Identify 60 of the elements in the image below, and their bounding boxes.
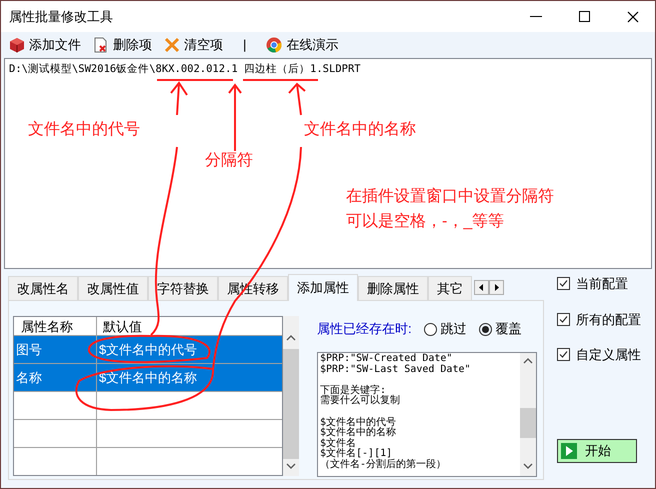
leader-line [170,81,188,116]
toolbar-separator: | [243,36,246,54]
radio-icon[interactable] [478,322,492,336]
vertical-scrollbar[interactable] [283,316,299,476]
text-line: （文件名-分割后的第一段） [320,460,448,471]
text-line: $PRP:"SW-Last Saved Date" [320,364,472,376]
start-button[interactable]: 开始 [557,438,637,462]
column-header[interactable]: 默认值 [97,317,282,335]
toolbar-button[interactable]: 删除项 [93,35,152,55]
text-line: 下面是关键字: [320,386,386,396]
tab-scroll-left-icon[interactable] [474,280,489,295]
maximize-icon[interactable] [579,11,590,22]
checkbox-icon[interactable] [557,312,570,326]
text-line: $文件名中的名称 [320,428,398,438]
checkbox-icon[interactable] [557,348,570,362]
tab[interactable]: 其它 [428,276,472,300]
clear-x-icon [164,37,180,53]
toolbar-button[interactable]: 添加文件 [9,35,81,55]
radio-button[interactable]: 跳过 [424,319,467,339]
table-cell[interactable]: 图号 [14,336,97,363]
annotation-text: 文件名中的名称 [304,120,416,140]
annotation-text: 文件名中的代号 [28,120,140,140]
text-line: $文件名 [320,438,358,449]
minimize-icon[interactable] [530,16,542,18]
tab[interactable]: 改属性值 [78,276,148,300]
annotation-text: 在插件设置窗口中设置分隔符 [346,186,554,207]
checkbox-icon[interactable] [557,277,570,290]
toolbar-button[interactable]: 在线演示 [266,35,338,55]
tab[interactable]: 字符替换 [148,276,218,300]
column-header[interactable]: 属性名称 [14,317,97,335]
close-icon[interactable] [627,10,639,22]
checkbox[interactable]: 当前配置 [557,274,641,294]
property-grid[interactable]: 属性名称 默认值 图号 $文件名中的代号 名称 $文件名中的名称 [13,316,283,476]
play-icon [561,442,577,458]
radio-icon[interactable] [424,322,437,336]
leader-line [288,82,306,116]
checkbox[interactable]: 自定义属性 [557,345,641,364]
radio-button[interactable]: 覆盖 [478,319,522,339]
table-cell[interactable]: $文件名中的代号 [97,336,282,363]
toolbar-button[interactable]: 清空项 [164,35,223,55]
browser-logo-icon [266,37,282,53]
file-path[interactable]: D:\测试模型\SW2016钣金件\8KX.002.012.1 四边柱（后）1.SLDPRT [9,62,647,76]
text-line: $文件名[-][1] [320,449,392,460]
delete-document-icon [93,37,109,53]
text-line: $文件名中的代号 [320,418,398,428]
existing-property-label: 属性已经存在时: [317,320,412,338]
tab[interactable]: 改属性名 [8,276,78,300]
annotation-text: 可以是空格，-，_等等 [346,212,504,232]
checkbox[interactable]: 所有的配置 [557,310,641,329]
table-cell[interactable]: 名称 [14,364,97,391]
tab-scroll-right-icon[interactable] [489,280,504,295]
text-line: $PRP:"SW-Created Date" [320,354,454,364]
tab[interactable]: 添加属性 [288,274,358,301]
text-line: 需要什么可以复制 [320,396,401,407]
window-title: 属性批量修改工具 [9,8,114,26]
tab[interactable]: 删除属性 [358,276,428,300]
vertical-scrollbar[interactable] [520,353,536,476]
cube-logo-icon [9,37,25,53]
table-cell[interactable]: $文件名中的名称 [97,364,282,391]
annotation-text: 分隔符 [205,151,253,171]
